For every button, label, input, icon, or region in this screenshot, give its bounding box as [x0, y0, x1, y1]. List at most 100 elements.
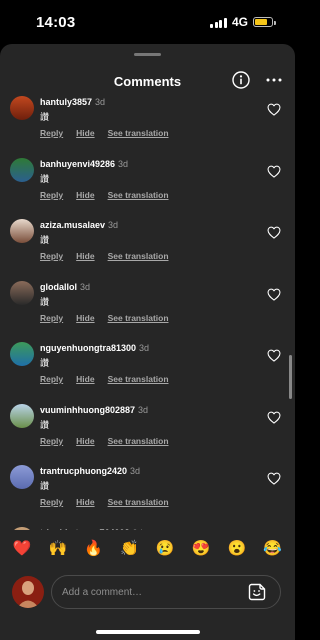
- commenter-avatar[interactable]: [10, 96, 34, 120]
- heart-outline-icon[interactable]: [267, 288, 281, 301]
- comment-actions: Reply Hide See translation: [40, 374, 182, 384]
- commenter-avatar[interactable]: [10, 465, 34, 489]
- home-indicator[interactable]: [96, 630, 200, 634]
- commenter-avatar[interactable]: [10, 526, 34, 530]
- hide-button[interactable]: Hide: [76, 190, 94, 200]
- comment-meta: trieuhimtuyen7640033d: [40, 528, 143, 531]
- comment-meta: banhuyenvi49286 3d: [40, 159, 128, 169]
- comment-meta: hantuly3857 3d: [40, 97, 105, 107]
- see-translation-button[interactable]: See translation: [108, 128, 169, 138]
- current-user-avatar: [12, 576, 44, 608]
- commenter-username[interactable]: nguyenhuongtra81300: [40, 343, 136, 353]
- comment-time: 3d: [139, 343, 150, 353]
- status-time: 14:03: [36, 14, 76, 31]
- hide-button[interactable]: Hide: [76, 436, 94, 446]
- emoji-reaction-button[interactable]: 😮: [227, 539, 247, 559]
- commenter-username[interactable]: trantrucphuong2420: [40, 466, 127, 476]
- comment-meta: trantrucphuong2420 3d: [40, 466, 140, 476]
- commenter-avatar[interactable]: [10, 219, 34, 243]
- hide-button[interactable]: Hide: [76, 497, 94, 507]
- see-translation-button[interactable]: See translation: [108, 374, 169, 384]
- comment-meta: aziza.musalaev 3d: [40, 220, 118, 230]
- comment-time: 3d: [108, 220, 119, 230]
- reply-button[interactable]: Reply: [40, 190, 63, 200]
- status-bar: 14:03 4G: [0, 0, 295, 44]
- reply-button[interactable]: Reply: [40, 436, 63, 446]
- emoji-reaction-button[interactable]: 😂: [263, 539, 283, 559]
- sheet-grabber[interactable]: [134, 53, 161, 56]
- more-options-icon[interactable]: [265, 77, 283, 83]
- comment-text: 讚: [40, 419, 50, 430]
- commenter-avatar[interactable]: [10, 280, 34, 305]
- see-translation-button[interactable]: See translation: [108, 497, 169, 507]
- comment-row: trieuhimtuyen7640033d: [0, 526, 295, 531]
- heart-outline-icon[interactable]: [267, 165, 281, 178]
- network-type: 4G: [231, 15, 248, 29]
- reply-button[interactable]: Reply: [40, 497, 63, 507]
- comment-meta: glodallol 3d: [40, 282, 90, 292]
- heart-outline-icon[interactable]: [267, 226, 281, 239]
- commenter-username[interactable]: vuuminhhuong802887: [40, 405, 135, 415]
- see-translation-button[interactable]: See translation: [108, 313, 169, 323]
- comment-row: vuuminhhuong802887 3d 讚 Reply Hide See transl…: [0, 403, 295, 466]
- comment-text: 讚: [40, 358, 50, 368]
- scrollbar[interactable]: [289, 355, 292, 399]
- emoji-reaction-button[interactable]: 👏: [119, 539, 139, 559]
- hide-button[interactable]: Hide: [76, 313, 94, 323]
- comment-input[interactable]: [51, 575, 281, 609]
- commenter-avatar[interactable]: [10, 342, 34, 366]
- reply-button[interactable]: Reply: [40, 313, 63, 323]
- hide-button[interactable]: Hide: [76, 128, 94, 138]
- commenter-avatar[interactable]: [10, 403, 34, 428]
- comment-row: aziza.musalaev 3d 讚 Reply Hide See translatio…: [0, 219, 295, 281]
- comment-actions: Reply Hide See translation: [40, 190, 182, 200]
- comment-row: glodallol 3d 讚 Reply Hide See translation: [0, 280, 295, 343]
- comment-time: 3d: [130, 466, 141, 476]
- comment-composer: [0, 572, 295, 616]
- emoji-reaction-button[interactable]: 🙌: [48, 539, 68, 559]
- heart-outline-icon[interactable]: [267, 349, 281, 362]
- comment-row: hantuly3857 3d 讚 Reply Hide See translation: [0, 96, 295, 158]
- comments-list[interactable]: hantuly3857 3d 讚 Reply Hide See translation ba…: [0, 96, 295, 530]
- heart-outline-icon[interactable]: [267, 472, 281, 485]
- see-translation-button[interactable]: See translation: [108, 190, 169, 200]
- heart-outline-icon[interactable]: [267, 411, 281, 424]
- comment-time: 3d: [133, 528, 143, 531]
- comment-time: 3d: [138, 404, 149, 415]
- comment-actions: Reply Hide See translation: [40, 436, 182, 446]
- emoji-reaction-button[interactable]: ❤️: [12, 539, 32, 559]
- comment-meta: vuuminhhuong802887 3d: [40, 405, 148, 415]
- reply-button[interactable]: Reply: [40, 128, 63, 138]
- comment-text: 讚: [40, 173, 50, 184]
- commenter-username[interactable]: hantuly3857: [40, 97, 92, 107]
- cellular-signal-icon: [210, 17, 227, 28]
- emoji-reaction-button[interactable]: 🔥: [84, 539, 104, 559]
- reply-button[interactable]: Reply: [40, 374, 63, 384]
- reply-button[interactable]: Reply: [40, 251, 63, 261]
- comment-text: 讚: [40, 296, 50, 307]
- commenter-username[interactable]: aziza.musalaev: [40, 220, 105, 230]
- emoji-reaction-bar: ❤️ 🙌 🔥 👏 😢 😍 😮 😂: [0, 531, 295, 569]
- see-translation-button[interactable]: See translation: [108, 436, 169, 446]
- commenter-username[interactable]: glodallol: [40, 282, 77, 292]
- comment-text: 讚: [40, 481, 50, 491]
- heart-outline-icon[interactable]: [267, 103, 281, 116]
- commenter-username[interactable]: banhuyenvi49286: [40, 159, 115, 169]
- commenter-avatar[interactable]: [10, 157, 34, 182]
- battery-icon: [253, 17, 276, 27]
- see-translation-button[interactable]: See translation: [108, 251, 169, 261]
- comment-time: 3d: [95, 97, 106, 107]
- emoji-reaction-button[interactable]: 😍: [191, 539, 211, 559]
- sticker-icon[interactable]: [248, 583, 266, 601]
- hide-button[interactable]: Hide: [76, 251, 94, 261]
- comment-actions: Reply Hide See translation: [40, 313, 182, 323]
- commenter-username[interactable]: trieuhimtuyen764003: [40, 528, 130, 531]
- comment-actions: Reply Hide See translation: [40, 251, 182, 261]
- comment-row: nguyenhuongtra81300 3d 讚 Reply Hide See trans…: [0, 342, 295, 404]
- comment-time: 3d: [80, 281, 91, 292]
- emoji-reaction-button[interactable]: 😢: [155, 539, 175, 559]
- hide-button[interactable]: Hide: [76, 374, 94, 384]
- comment-row: banhuyenvi49286 3d 讚 Reply Hide See translati…: [0, 157, 295, 220]
- info-icon[interactable]: [232, 71, 250, 89]
- sheet-title: Comments: [113, 74, 182, 89]
